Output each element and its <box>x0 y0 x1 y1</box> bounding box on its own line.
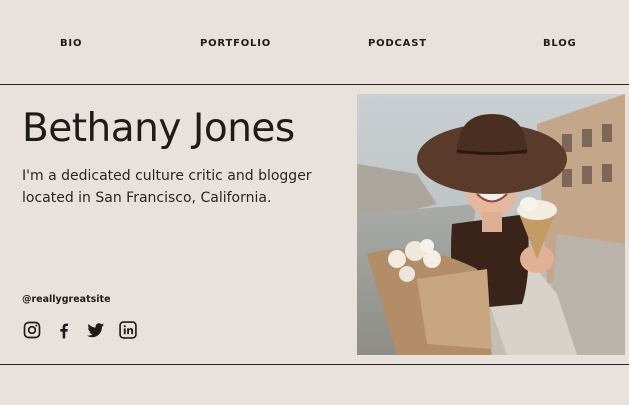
profile-name: Bethany Jones <box>22 106 295 151</box>
linkedin-icon[interactable] <box>118 320 138 340</box>
top-divider <box>0 84 629 85</box>
instagram-icon[interactable] <box>22 320 42 340</box>
top-navigation: BIO PORTFOLIO PODCAST BLOG <box>0 0 629 86</box>
profile-bio: I'm a dedicated culture critic and blogg… <box>22 168 312 206</box>
profile-photo <box>357 94 625 355</box>
bottom-divider <box>0 364 629 365</box>
twitter-icon[interactable] <box>86 320 106 340</box>
nav-item-portfolio[interactable]: PORTFOLIO <box>200 38 271 49</box>
social-handle[interactable]: @reallygreatsite <box>22 294 111 305</box>
facebook-icon[interactable] <box>54 320 74 340</box>
social-icons <box>22 320 138 340</box>
nav-item-blog[interactable]: BLOG <box>543 38 577 49</box>
nav-item-podcast[interactable]: PODCAST <box>368 38 427 49</box>
nav-item-bio[interactable]: BIO <box>60 38 82 49</box>
photo-illustration <box>357 94 625 355</box>
